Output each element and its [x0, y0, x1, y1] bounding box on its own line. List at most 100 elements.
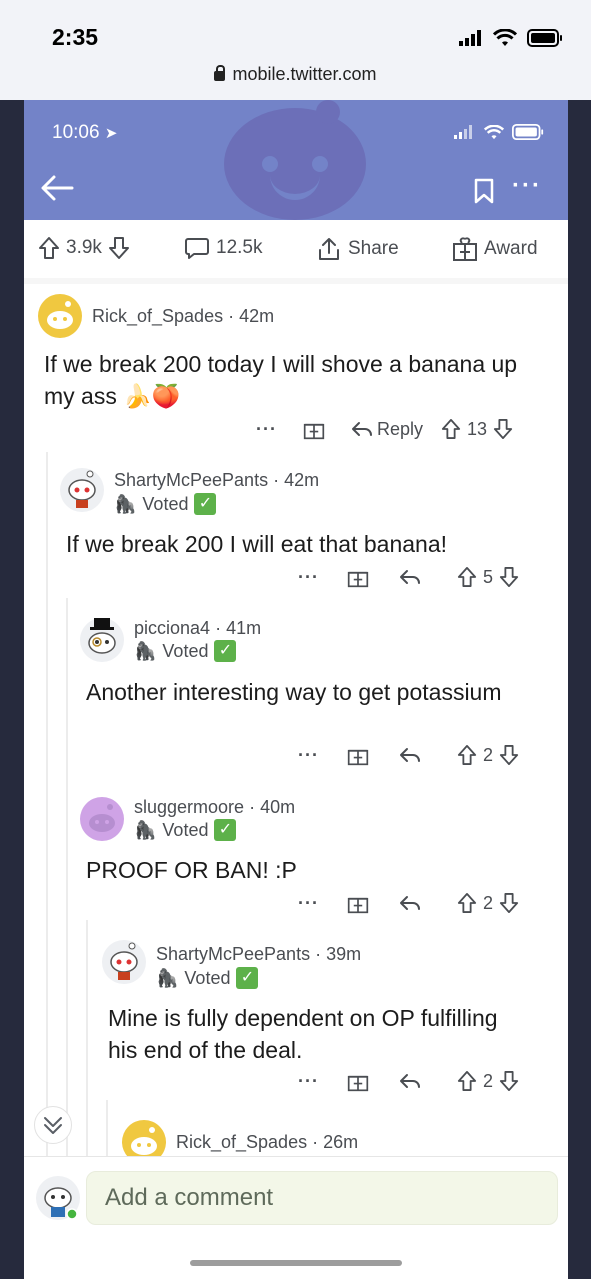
add-comment-placeholder: Add a comment — [105, 1184, 274, 1211]
username[interactable]: Rick_of_Spades — [176, 1132, 307, 1152]
add-comment-input[interactable]: Add a comment — [86, 1171, 558, 1225]
comment-actions: ··· Reply 13 — [256, 418, 513, 440]
more-options-icon[interactable]: ··· — [298, 1071, 319, 1092]
reply-icon[interactable] — [399, 894, 421, 912]
cellular-signal-icon — [459, 30, 481, 46]
award-icon[interactable] — [347, 1070, 369, 1092]
outer-status-bar: 2:35 mobile.twitter.com — [0, 0, 591, 100]
wifi-icon — [484, 124, 504, 139]
comment-time: 41m — [226, 618, 262, 638]
upvote-count: 3.9k — [66, 237, 102, 258]
collapse-threads-button[interactable] — [34, 1106, 72, 1144]
comment-meta: sluggermoore · 40m — [134, 797, 296, 817]
username[interactable]: ShartyMcPeePants — [114, 470, 268, 490]
comment-meta: ShartyMcPeePants · 39m — [156, 944, 362, 964]
back-arrow-icon[interactable] — [40, 174, 74, 206]
gorilla-icon: 🦍 — [134, 819, 157, 840]
outer-clock: 2:35 — [52, 24, 99, 50]
downvote-icon[interactable] — [499, 892, 519, 914]
award-icon[interactable] — [347, 744, 369, 766]
comments-button[interactable]: 12.5k — [184, 236, 262, 260]
avatar[interactable] — [60, 468, 104, 512]
reply-button[interactable]: Reply — [377, 419, 423, 440]
vote-group: 3.9k — [38, 236, 130, 260]
comment-score: 13 — [467, 418, 488, 439]
comment-text: PROOF OR BAN! :P — [86, 857, 297, 883]
username[interactable]: picciona4 — [134, 618, 210, 638]
award-icon[interactable] — [347, 892, 369, 914]
award-icon — [453, 237, 477, 261]
comment-score: 2 — [482, 1070, 493, 1091]
outer-status-icons — [459, 26, 563, 50]
award-label: Award — [484, 238, 538, 259]
bookmark-icon[interactable] — [474, 178, 494, 204]
more-options-icon[interactable]: ··· — [298, 893, 319, 914]
gorilla-icon: 🦍 — [156, 967, 179, 988]
upvote-icon[interactable] — [457, 1070, 477, 1092]
reply-icon[interactable] — [399, 1072, 421, 1090]
voted-label: Voted — [184, 967, 231, 988]
upvote-icon[interactable] — [457, 744, 477, 766]
snoo-background-icon — [224, 100, 366, 220]
comment-score: 2 — [482, 744, 493, 765]
downvote-icon[interactable] — [499, 1070, 519, 1092]
more-options-icon[interactable]: ··· — [298, 745, 319, 766]
voted-flair: 🦍 Voted ✓ — [114, 493, 217, 515]
more-options-icon[interactable]: ··· — [298, 567, 319, 588]
username[interactable]: ShartyMcPeePants — [156, 944, 310, 964]
avatar[interactable] — [80, 797, 124, 841]
comment-time: 42m — [284, 470, 320, 490]
share-icon — [319, 238, 339, 260]
lock-icon — [214, 65, 226, 81]
cellular-signal-icon — [454, 125, 472, 139]
avatar[interactable] — [102, 940, 146, 984]
inner-clock: 10:06 ➤ — [52, 122, 118, 143]
voted-label: Voted — [142, 493, 189, 514]
comment-time: 40m — [260, 797, 296, 817]
upvote-icon[interactable] — [441, 418, 461, 440]
checkmark-icon: ✓ — [214, 819, 237, 841]
voted-flair: 🦍 Voted ✓ — [134, 819, 237, 841]
reply-icon[interactable] — [351, 420, 373, 438]
downvote-icon[interactable] — [499, 566, 519, 588]
downvote-icon[interactable] — [493, 418, 513, 440]
comment-time: 42m — [239, 306, 275, 326]
chevron-double-down-icon — [44, 1117, 62, 1134]
avatar[interactable] — [38, 294, 82, 338]
inner-status-icons — [454, 124, 544, 140]
upvote-icon[interactable] — [457, 892, 477, 914]
downvote-icon[interactable] — [108, 236, 130, 260]
award-icon[interactable] — [303, 418, 325, 440]
comment-actions: ··· 5 — [298, 566, 519, 588]
current-user-avatar[interactable] — [36, 1176, 80, 1220]
comment-actions: ··· 2 — [298, 744, 519, 766]
voted-flair: 🦍 Voted ✓ — [156, 967, 259, 989]
award-icon[interactable] — [347, 566, 369, 588]
reply-icon[interactable] — [399, 746, 421, 764]
upvote-icon[interactable] — [38, 236, 60, 260]
comment-bubble-icon — [185, 238, 209, 259]
reply-icon[interactable] — [399, 568, 421, 586]
browser-url-bar[interactable]: mobile.twitter.com — [0, 64, 591, 85]
username[interactable]: sluggermoore — [134, 797, 244, 817]
comment-time: 26m — [323, 1132, 359, 1152]
comment-text: If we break 200 I will eat that banana! — [66, 531, 448, 557]
share-button[interactable]: Share — [316, 236, 399, 262]
more-options-icon[interactable]: ··· — [256, 419, 277, 440]
comment-text: Another interesting way to get potassium — [86, 679, 502, 705]
comment-text: If we break 200 today I will shove a ban… — [44, 351, 518, 409]
more-options-icon[interactable]: ··· — [512, 172, 542, 200]
voted-flair: 🦍 Voted ✓ — [134, 640, 237, 662]
checkmark-icon: ✓ — [236, 967, 259, 989]
checkmark-icon: ✓ — [214, 640, 237, 662]
battery-icon — [527, 29, 562, 47]
comment-time: 39m — [326, 944, 362, 964]
checkmark-icon: ✓ — [194, 493, 217, 515]
downvote-icon[interactable] — [499, 744, 519, 766]
comment-meta: ShartyMcPeePants · 42m — [114, 470, 320, 490]
award-button[interactable]: Award — [452, 236, 538, 262]
username[interactable]: Rick_of_Spades — [92, 306, 223, 326]
avatar[interactable] — [80, 618, 124, 662]
voted-label: Voted — [162, 819, 209, 840]
upvote-icon[interactable] — [457, 566, 477, 588]
